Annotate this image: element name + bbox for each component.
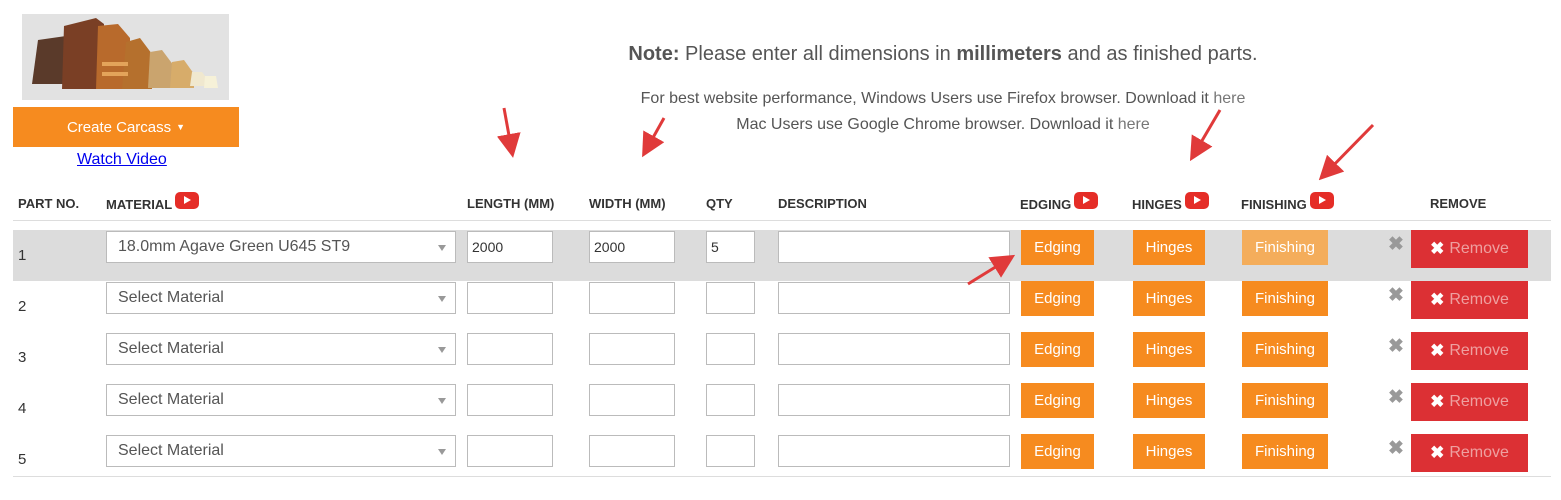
arrow-finishing [1318, 123, 1375, 181]
arrow-edging-button [967, 254, 1016, 286]
arrow-hinges [1189, 109, 1222, 162]
arrow-length [496, 107, 521, 158]
arrow-width [642, 117, 666, 158]
annotation-arrows [496, 107, 1375, 286]
